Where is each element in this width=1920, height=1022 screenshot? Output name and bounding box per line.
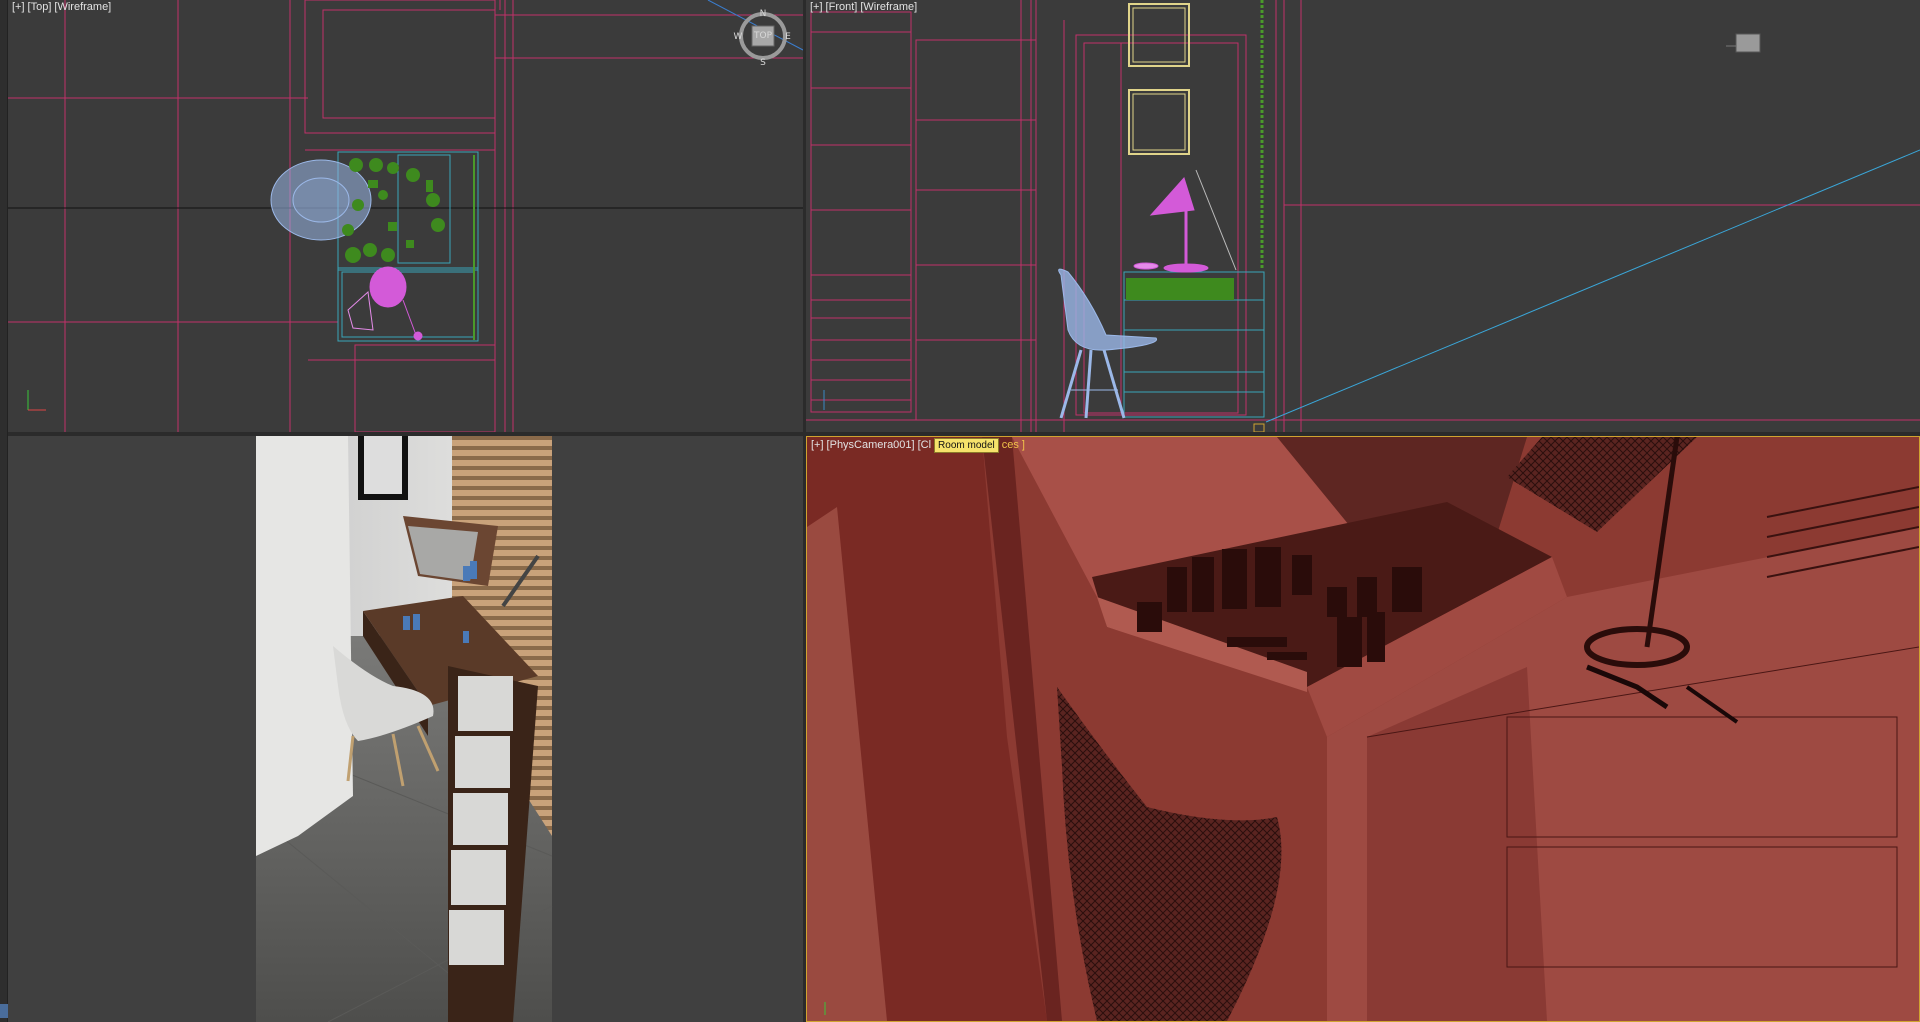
- front-wireframe-scene: [806, 0, 1920, 432]
- viewport-camera-label[interactable]: [+] [PhysCamera001] [Cl Room model ces ]: [811, 438, 1028, 453]
- viewport-front[interactable]: [+] [Front] [Wireframe]: [806, 0, 1920, 432]
- view-compass-icon[interactable]: TOP N S E W: [733, 8, 793, 68]
- viewport-top[interactable]: [+] [Top] [Wireframe] TOP N S E W: [8, 0, 803, 432]
- camera-shaded-scene: [807, 437, 1919, 1021]
- compass-e: E: [785, 32, 791, 42]
- compass-cube-face: TOP: [753, 31, 773, 41]
- viewport-camera-view-menu[interactable]: [PhysCamera001]: [827, 439, 915, 451]
- top-wireframe-scene: [8, 0, 803, 432]
- render-image: [255, 436, 553, 1022]
- viewport-top-label[interactable]: [+] [Top] [Wireframe]: [12, 1, 114, 13]
- viewport-front-shading-menu[interactable]: [Wireframe]: [860, 1, 917, 13]
- viewport-top-view-menu[interactable]: [Top]: [28, 1, 52, 13]
- left-edge-strip: [0, 0, 8, 1022]
- axis-tripod-icon: [27, 390, 46, 411]
- edge-chip-icon: [0, 1004, 8, 1018]
- viewport-front-label[interactable]: [+] [Front] [Wireframe]: [810, 1, 920, 13]
- tooltip-room-model: Room model: [934, 438, 999, 453]
- compass-w: W: [734, 32, 743, 42]
- viewport-front-plus-menu[interactable]: [+]: [810, 1, 823, 13]
- viewport-top-plus-menu[interactable]: [+]: [12, 1, 25, 13]
- viewport-top-shading-menu[interactable]: [Wireframe]: [54, 1, 111, 13]
- viewport-camera-shading-menu-end[interactable]: ces ]: [1002, 439, 1025, 451]
- viewport-camera-plus-menu[interactable]: [+]: [811, 439, 824, 451]
- viewport-camera[interactable]: [+] [PhysCamera001] [Cl Room model ces ]: [806, 436, 1920, 1022]
- compass-s: S: [760, 58, 766, 68]
- viewport-camera-shading-menu-start[interactable]: [Cl: [918, 439, 931, 451]
- view-cube-icon[interactable]: [1726, 30, 1766, 56]
- compass-n: N: [760, 9, 767, 19]
- viewport-front-view-menu[interactable]: [Front]: [826, 1, 858, 13]
- viewport-render-preview[interactable]: [8, 436, 803, 1022]
